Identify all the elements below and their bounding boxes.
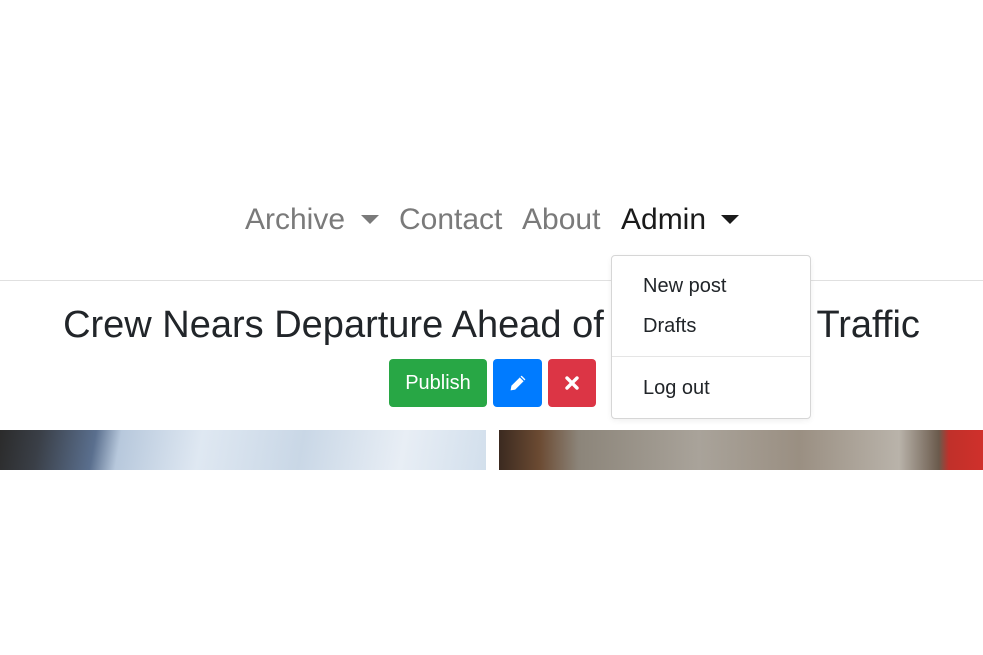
archive-chevron-down-icon[interactable] (361, 215, 379, 224)
post-image-right (499, 430, 983, 470)
menu-divider (612, 356, 810, 357)
nav-item-archive[interactable]: Archive (245, 196, 345, 244)
x-icon (565, 376, 579, 390)
admin-dropdown-menu: New post Drafts Log out (611, 255, 811, 419)
nav-archive-label: Archive (245, 203, 346, 236)
post-image-left (0, 430, 486, 470)
menu-item-drafts[interactable]: Drafts (643, 312, 696, 340)
menu-item-log-out[interactable]: Log out (643, 374, 710, 402)
article-title: Crew Nears Departure Ahead of Heavy Late… (63, 304, 920, 346)
pencil-icon (510, 375, 525, 391)
nav-admin-label: Admin (621, 203, 707, 236)
edit-button[interactable] (493, 359, 542, 407)
delete-button[interactable] (548, 359, 596, 407)
admin-chevron-down-icon[interactable] (721, 215, 739, 224)
nav-contact-label: Contact (399, 203, 503, 236)
nav-item-admin[interactable]: Admin (621, 196, 706, 244)
publish-label: Publish (405, 371, 471, 394)
nav-about-label: About (522, 203, 601, 236)
nav-divider (0, 280, 983, 281)
nav-item-contact[interactable]: Contact (399, 196, 502, 244)
main-nav: Archive Contact About Admin (0, 196, 983, 246)
nav-item-about[interactable]: About (522, 196, 600, 244)
menu-item-new-post[interactable]: New post (643, 272, 726, 300)
publish-button[interactable]: Publish (389, 359, 487, 407)
